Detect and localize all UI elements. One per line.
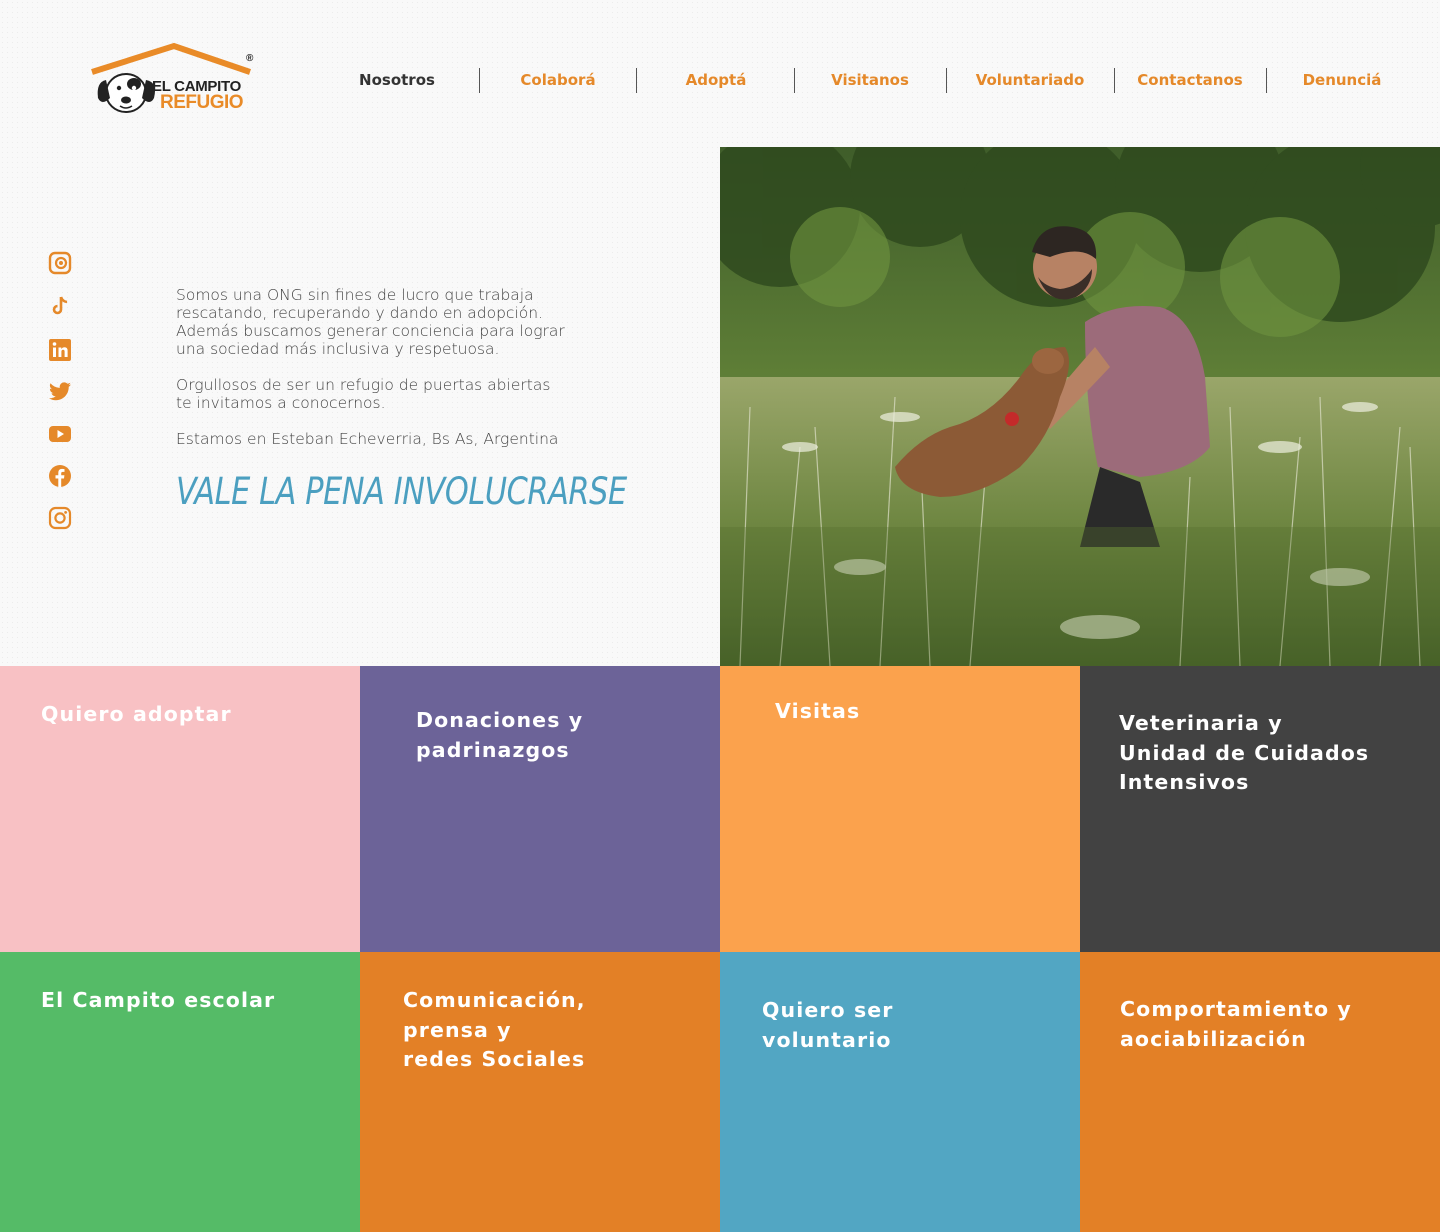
tiktok-icon[interactable]	[47, 293, 73, 319]
nav-divider	[946, 68, 947, 93]
tile-label: Comunicación, prensa y redes Sociales	[403, 988, 586, 1071]
intro-line: Orgullosos de ser un refugio de puertas …	[176, 376, 551, 394]
man-with-dog-in-field-image	[720, 147, 1440, 666]
tile-donaciones[interactable]: Donaciones y padrinazgos	[360, 666, 720, 952]
tile-label: Veterinaria y Unidad de Cuidados Intensi…	[1119, 711, 1370, 794]
intro-line: rescatando, recuperando y dando en adopc…	[176, 304, 543, 322]
brand-name-line2: REFUGIO	[160, 92, 244, 113]
tile-comportamiento[interactable]: Comportamiento y aociabilización	[1080, 952, 1440, 1232]
hero-photo	[720, 147, 1440, 666]
instagram-icon[interactable]	[47, 505, 73, 531]
location-text: Estamos en Esteban Echeverria, Bs As, Ar…	[176, 430, 559, 448]
intro-text: Somos una ONG sin fines de lucro que tra…	[176, 286, 616, 448]
registered-mark: ®	[246, 53, 254, 64]
intro-paragraph-1: Somos una ONG sin fines de lucro que tra…	[176, 286, 616, 358]
facebook-icon[interactable]	[47, 463, 73, 489]
twitter-icon[interactable]	[47, 379, 73, 405]
tile-label: Quiero ser voluntario	[762, 998, 894, 1052]
tile-comunicacion[interactable]: Comunicación, prensa y redes Sociales	[360, 952, 720, 1232]
nav-divider	[1266, 68, 1267, 93]
nav-adopta[interactable]: Adoptá	[666, 66, 766, 94]
youtube-icon[interactable]	[47, 421, 73, 447]
tile-veterinaria[interactable]: Veterinaria y Unidad de Cuidados Intensi…	[1080, 666, 1440, 952]
foursquare-icon[interactable]	[47, 250, 73, 276]
linkedin-icon[interactable]	[47, 337, 73, 363]
nav-divider	[636, 68, 637, 93]
tagline: VALE LA PENA INVOLUCRARSE	[176, 470, 627, 513]
brand-logo[interactable]: ® EL CAMPITO REFUGIO	[90, 42, 260, 118]
nav-divider	[794, 68, 795, 93]
intro-line: Somos una ONG sin fines de lucro que tra…	[176, 286, 534, 304]
nav-colabora[interactable]: Colaborá	[508, 66, 608, 94]
nav-divider	[1114, 68, 1115, 93]
tile-label: Visitas	[775, 699, 861, 723]
nav-contactanos[interactable]: Contactanos	[1132, 66, 1248, 94]
tile-label: Quiero adoptar	[41, 702, 232, 726]
intro-paragraph-2: Orgullosos de ser un refugio de puertas …	[176, 376, 616, 412]
nav-denuncia[interactable]: Denunciá	[1292, 66, 1392, 94]
intro-line: Además buscamos generar conciencia para …	[176, 322, 565, 340]
tile-voluntario[interactable]: Quiero ser voluntario	[720, 952, 1080, 1232]
tile-label: Comportamiento y aociabilización	[1120, 997, 1352, 1051]
tile-label: El Campito escolar	[41, 988, 276, 1012]
tile-quiero-adoptar[interactable]: Quiero adoptar	[0, 666, 360, 952]
nav-visitanos[interactable]: Visitanos	[820, 66, 920, 94]
nav-divider	[479, 68, 480, 93]
nav-nosotros[interactable]: Nosotros	[350, 66, 444, 94]
intro-line: una sociedad más inclusiva y respetuosa.	[176, 340, 500, 358]
tile-visitas[interactable]: Visitas	[720, 666, 1080, 952]
tile-campito-escolar[interactable]: El Campito escolar	[0, 952, 360, 1232]
intro-line: te invitamos a conocernos.	[176, 394, 386, 412]
tile-label: Donaciones y padrinazgos	[416, 708, 584, 762]
nav-voluntariado[interactable]: Voluntariado	[968, 66, 1092, 94]
